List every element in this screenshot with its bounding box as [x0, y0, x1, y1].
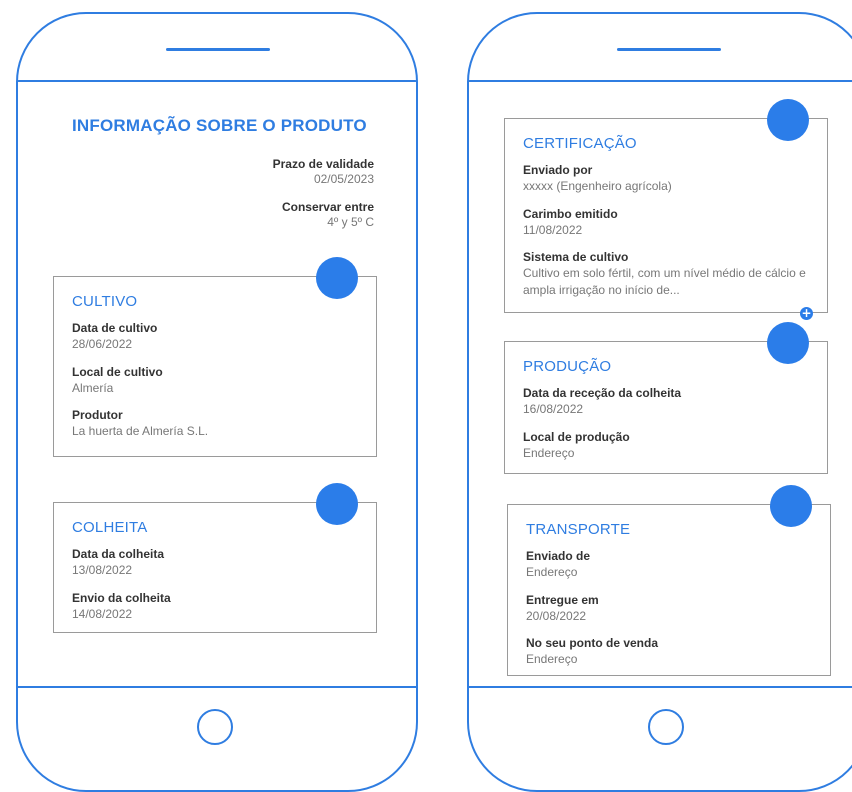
cultivo-card[interactable]: CULTIVO Data de cultivo 28/06/2022 Local…: [53, 257, 377, 457]
field-value: xxxxx (Engenheiro agrícola): [523, 179, 672, 193]
screen-top-edge: [18, 80, 416, 82]
expiry-value: 02/05/2023: [313, 172, 374, 186]
field-harvest-date: Data da colheita 13/08/2022: [72, 547, 362, 579]
field-value: 13/08/2022: [72, 563, 133, 577]
field-cultivation-system: Sistema de cultivo Cultivo em solo férti…: [523, 250, 813, 299]
field-label: Data da colheita: [72, 547, 165, 561]
field-label: Enviado de: [526, 549, 591, 563]
screen-top-edge: [469, 80, 852, 82]
field-production-place: Local de produção Endereço: [523, 430, 813, 462]
field-label: Sistema de cultivo: [523, 250, 629, 264]
status-dot-icon: [316, 257, 358, 299]
field-stamp-issued: Carimbo emitido 11/08/2022: [523, 207, 813, 239]
field-cultivation-place: Local de cultivo Almería: [72, 365, 362, 397]
field-harvest-shipment: Envio da colheita 14/08/2022: [72, 591, 362, 623]
field-sent-by: Enviado por xxxxx (Engenheiro agrícola): [523, 163, 813, 195]
screen-bottom-edge: [18, 686, 416, 688]
transporte-card[interactable]: TRANSPORTE Enviado de Endereço Entregue …: [507, 485, 831, 676]
expiry-label: Prazo de validade: [272, 157, 374, 171]
card-title: PRODUÇÃO: [523, 358, 612, 375]
field-value: Endereço: [526, 565, 578, 579]
storage-value: 4º y 5º C: [327, 215, 374, 229]
home-button[interactable]: [648, 709, 684, 745]
phone-frame-right: CERTIFICAÇÃO Enviado por xxxxx (Engenhei…: [467, 12, 852, 792]
field-value: Cultivo em solo fértil, com um nível méd…: [523, 266, 806, 297]
card-title: COLHEITA: [72, 519, 148, 536]
field-label: Produtor: [72, 408, 123, 422]
field-label: Enviado por: [523, 163, 593, 177]
field-value: 28/06/2022: [72, 337, 133, 351]
expiry-block: Prazo de validade 02/05/2023: [273, 157, 374, 186]
field-harvest-reception-date: Data da receção da colheita 16/08/2022: [523, 386, 813, 418]
screen-bottom-edge: [469, 686, 852, 688]
field-label: Data da receção da colheita: [523, 386, 682, 400]
field-cultivation-date: Data de cultivo 28/06/2022: [72, 321, 362, 353]
page-title: INFORMAÇÃO SOBRE O PRODUTO: [72, 116, 367, 135]
certificacao-card[interactable]: CERTIFICAÇÃO Enviado por xxxxx (Engenhei…: [504, 99, 828, 313]
field-value: 14/08/2022: [72, 607, 133, 621]
field-label: Local de cultivo: [72, 365, 163, 379]
speaker-slot: [166, 48, 270, 51]
storage-block: Conservar entre 4º y 5º C: [282, 200, 374, 229]
status-dot-icon: [767, 99, 809, 141]
field-label: No seu ponto de venda: [526, 636, 659, 650]
colheita-card[interactable]: COLHEITA Data da colheita 13/08/2022 Env…: [53, 483, 377, 633]
field-value: 16/08/2022: [523, 402, 584, 416]
field-value: 11/08/2022: [523, 223, 583, 237]
field-label: Data de cultivo: [72, 321, 158, 335]
phone-frame-left: INFORMAÇÃO SOBRE O PRODUTO Prazo de vali…: [16, 12, 418, 792]
card-title: TRANSPORTE: [526, 521, 631, 538]
status-dot-icon: [767, 322, 809, 364]
field-value: Almería: [72, 381, 114, 395]
home-button[interactable]: [197, 709, 233, 745]
expand-plus-icon[interactable]: +: [800, 307, 813, 320]
status-dot-icon: [316, 483, 358, 525]
status-dot-icon: [770, 485, 812, 527]
field-label: Carimbo emitido: [523, 207, 618, 221]
field-label: Envio da colheita: [72, 591, 171, 605]
field-value: La huerta de Almería S.L.: [72, 424, 209, 438]
card-title: CULTIVO: [72, 293, 138, 310]
field-sent-from: Enviado de Endereço: [526, 549, 816, 581]
field-value: 20/08/2022: [526, 609, 587, 623]
field-producer: Produtor La huerta de Almería S.L.: [72, 408, 362, 440]
card-title: CERTIFICAÇÃO: [523, 135, 637, 152]
storage-label: Conservar entre: [281, 200, 374, 214]
field-label: Entregue em: [526, 593, 599, 607]
field-point-of-sale: No seu ponto de venda Endereço: [526, 636, 816, 668]
speaker-slot: [617, 48, 721, 51]
field-value: Endereço: [526, 652, 578, 666]
field-label: Local de produção: [523, 430, 630, 444]
field-delivered-on: Entregue em 20/08/2022: [526, 593, 816, 625]
field-value: Endereço: [523, 446, 575, 460]
producao-card[interactable]: PRODUÇÃO Data da receção da colheita 16/…: [504, 322, 828, 474]
